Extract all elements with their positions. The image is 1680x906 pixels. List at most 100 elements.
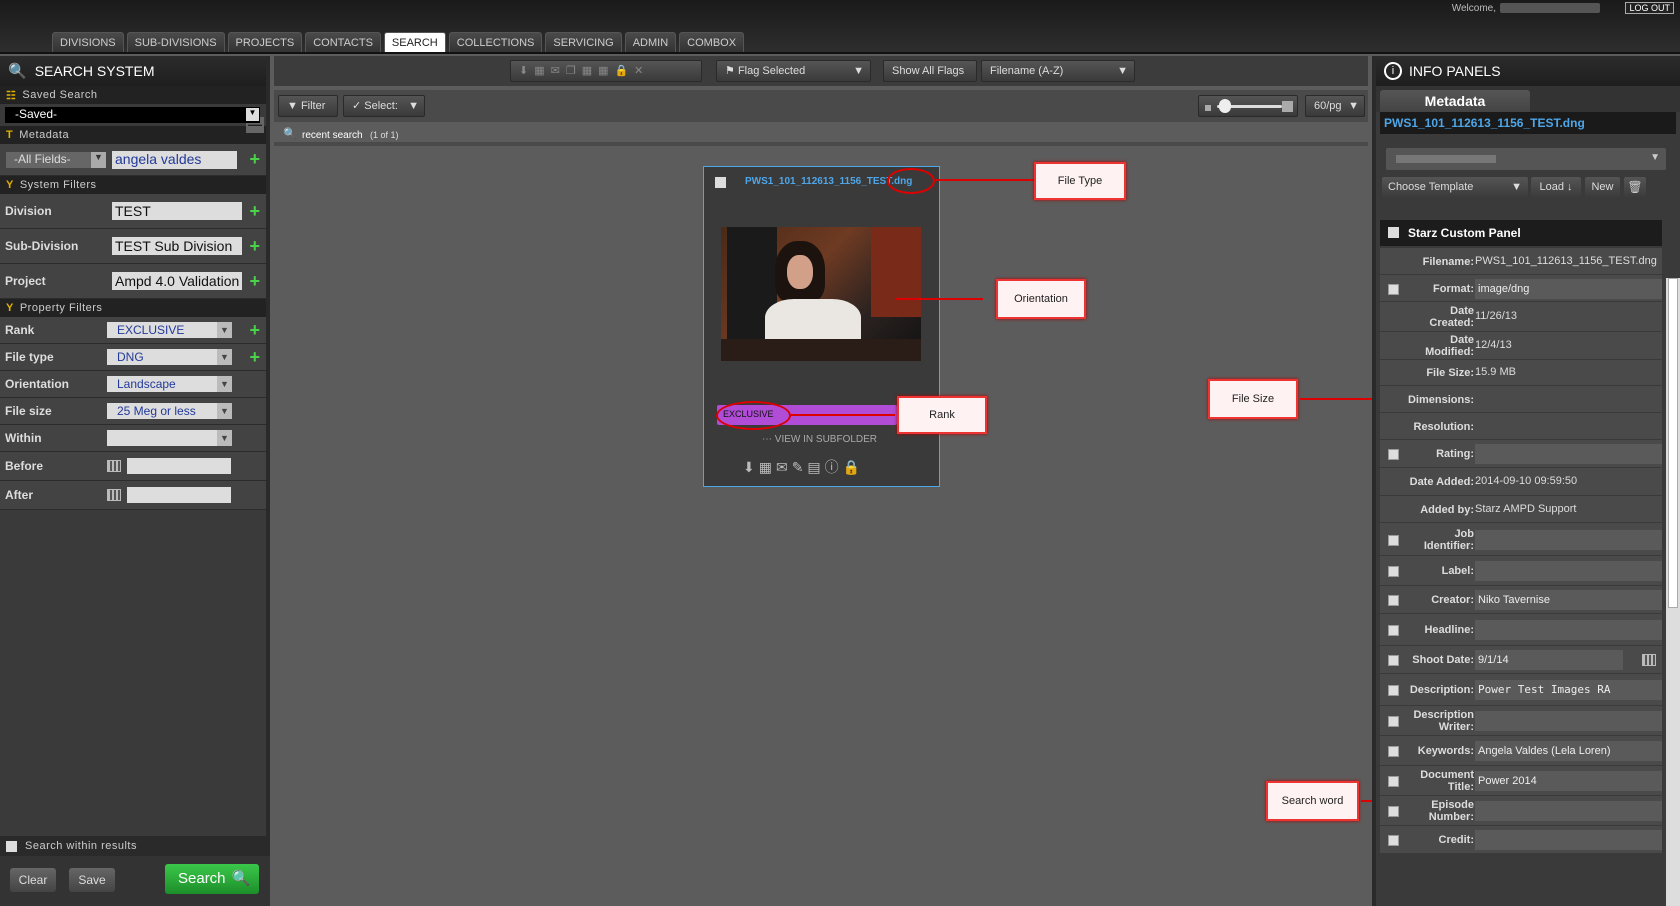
metadata-checkbox[interactable]	[1388, 595, 1399, 606]
property-filters-section: Y Property Filters	[0, 299, 266, 317]
select-dropdown[interactable]: ✓ Select: ▼	[343, 95, 425, 117]
file-size-callout: File Size	[1208, 379, 1298, 419]
add-project-icon[interactable]: +	[249, 271, 260, 292]
tab-search[interactable]: SEARCH	[383, 32, 446, 52]
load-button[interactable]: Load ↓	[1531, 177, 1581, 198]
panel-selector[interactable]: ▼	[1386, 148, 1666, 170]
metadata-input[interactable]	[1475, 620, 1662, 640]
project-input[interactable]: Ampd 4.0 Validation	[112, 272, 242, 290]
choose-template-dropdown[interactable]: Choose Template ▼	[1382, 177, 1528, 198]
search-icon: 🔍	[8, 63, 27, 80]
metadata-checkbox[interactable]	[1388, 716, 1399, 727]
tab-projects[interactable]: PROJECTS	[227, 32, 303, 52]
metadata-input[interactable]: Power 2014	[1475, 771, 1662, 791]
calendar-icon[interactable]	[1642, 654, 1656, 666]
metadata-row: Date Modified: 12/4/13	[1380, 332, 1662, 360]
add-metadata-icon[interactable]: +	[249, 149, 260, 170]
metadata-input[interactable]	[1475, 711, 1662, 731]
metadata-checkbox[interactable]	[1388, 685, 1399, 696]
metadata-label: Rating:	[1436, 448, 1474, 460]
metadata-input[interactable]	[1475, 830, 1662, 850]
metadata-input[interactable]	[1475, 444, 1662, 464]
file-size-row: File size 25 Meg or less ▼	[0, 398, 266, 425]
metadata-input[interactable]: Power Test Images RA	[1475, 680, 1662, 700]
sub-division-input[interactable]: TEST Sub Division	[112, 237, 242, 255]
tab-combox[interactable]: COMBOX	[679, 32, 745, 52]
metadata-checkbox[interactable]	[1388, 449, 1399, 460]
tab-admin[interactable]: ADMIN	[624, 32, 677, 52]
tab-contacts[interactable]: CONTACTS	[305, 32, 381, 52]
metadata-label: Job Identifier:	[1423, 527, 1474, 552]
search-button[interactable]: Search 🔍	[165, 864, 259, 894]
search-within-checkbox[interactable]	[6, 840, 17, 852]
metadata-checkbox[interactable]	[1388, 625, 1399, 636]
rank-select[interactable]: EXCLUSIVE ▼	[107, 322, 232, 338]
search-word-callout: Search word	[1266, 781, 1359, 821]
new-button[interactable]: New	[1585, 177, 1620, 198]
metadata-input[interactable]: Niko Tavernise	[1475, 590, 1662, 610]
after-row: After	[0, 481, 266, 510]
metadata-checkbox[interactable]	[1388, 534, 1399, 546]
tab-servicing[interactable]: SERVICING	[545, 32, 622, 52]
view-in-subfolder-link[interactable]: ⋯ VIEW IN SUBFOLDER	[762, 434, 877, 445]
file-type-row: File type DNG ▼ +	[0, 344, 266, 371]
within-select[interactable]: ▼	[107, 430, 232, 446]
scrollbar[interactable]	[1666, 278, 1680, 906]
show-all-flags-button[interactable]: Show All Flags	[883, 60, 977, 82]
saved-search-select[interactable]: -Saved- ▼	[5, 107, 260, 123]
metadata-row: Description Writer:	[1380, 706, 1662, 736]
logout-button[interactable]: LOG OUT	[1625, 2, 1674, 14]
filter-button[interactable]: ▼ Filter	[278, 95, 338, 117]
calendar-icon[interactable]	[107, 460, 121, 472]
asset-checkbox[interactable]	[715, 177, 726, 188]
metadata-input[interactable]: Angela Valdes (Lela Loren)	[1475, 741, 1662, 761]
file-type-select[interactable]: DNG ▼	[107, 349, 232, 365]
sort-dropdown[interactable]: Filename (A-Z) ▼	[981, 60, 1135, 82]
metadata-field-select[interactable]: -All Fields- ▼	[6, 151, 106, 168]
add-sub-division-icon[interactable]: +	[249, 236, 260, 257]
metadata-checkbox[interactable]	[1388, 655, 1399, 666]
delete-icon[interactable]: 🗑	[1624, 177, 1646, 198]
asset-action-icons[interactable]: ⬇▦✉✎▤ⓘ🔒	[743, 457, 864, 477]
metadata-input[interactable]	[1475, 529, 1662, 550]
tab-collections[interactable]: COLLECTIONS	[448, 32, 543, 52]
asset-card[interactable]: PWS1_101_112613_1156_TEST.dng EXCLUSIVE …	[703, 166, 940, 487]
add-file-type-icon[interactable]: +	[249, 347, 260, 368]
metadata-checkbox[interactable]	[1388, 835, 1399, 846]
metadata-row: File Size: 15.9 MB	[1380, 360, 1662, 386]
tab-divisions[interactable]: DIVISIONS	[52, 32, 124, 52]
metadata-input[interactable]: image/dng	[1475, 278, 1662, 299]
before-date-input[interactable]	[127, 458, 231, 474]
metadata-checkbox[interactable]	[1388, 776, 1399, 787]
add-rank-icon[interactable]: +	[249, 320, 260, 341]
metadata-input[interactable]	[1475, 561, 1662, 581]
asset-thumbnail[interactable]	[721, 227, 921, 361]
panel-checkbox[interactable]	[1388, 227, 1399, 238]
clear-button[interactable]: Clear	[10, 868, 56, 892]
tab-metadata[interactable]: Metadata	[1380, 90, 1530, 112]
rank-highlight	[716, 401, 791, 430]
calendar-icon[interactable]	[107, 489, 121, 501]
panel-title: SEARCH SYSTEM	[34, 63, 155, 79]
bulk-action-icons[interactable]: ⬇▦✉❐▦▦🔒✕	[510, 60, 702, 82]
per-page-dropdown[interactable]: 60/pg ▼	[1305, 95, 1365, 117]
metadata-input[interactable]: 9/1/14	[1475, 650, 1623, 670]
metadata-value: Starz AMPD Support	[1475, 502, 1577, 515]
metadata-row: Filename: PWS1_101_112613_1156_TEST.dng	[1380, 248, 1662, 275]
file-size-select[interactable]: 25 Meg or less ▼	[107, 403, 232, 419]
orientation-select[interactable]: Landscape ▼	[107, 376, 232, 392]
metadata-checkbox[interactable]	[1388, 806, 1399, 817]
save-button[interactable]: Save	[69, 868, 115, 892]
zoom-slider[interactable]	[1198, 95, 1298, 117]
metadata-checkbox[interactable]	[1388, 746, 1399, 757]
metadata-checkbox[interactable]	[1388, 283, 1399, 295]
after-date-input[interactable]	[127, 487, 231, 503]
add-division-icon[interactable]: +	[249, 201, 260, 222]
metadata-input[interactable]	[1475, 801, 1662, 821]
division-input[interactable]: TEST	[112, 202, 242, 220]
metadata-checkbox[interactable]	[1388, 566, 1399, 577]
tab-sub-divisions[interactable]: SUB-DIVISIONS	[126, 32, 225, 52]
metadata-search-input[interactable]: angela valdes	[112, 150, 237, 169]
flag-selected-dropdown[interactable]: ⚑ Flag Selected ▼	[716, 60, 871, 82]
metadata-row: Date Added: 2014-09-10 09:59:50	[1380, 468, 1662, 496]
